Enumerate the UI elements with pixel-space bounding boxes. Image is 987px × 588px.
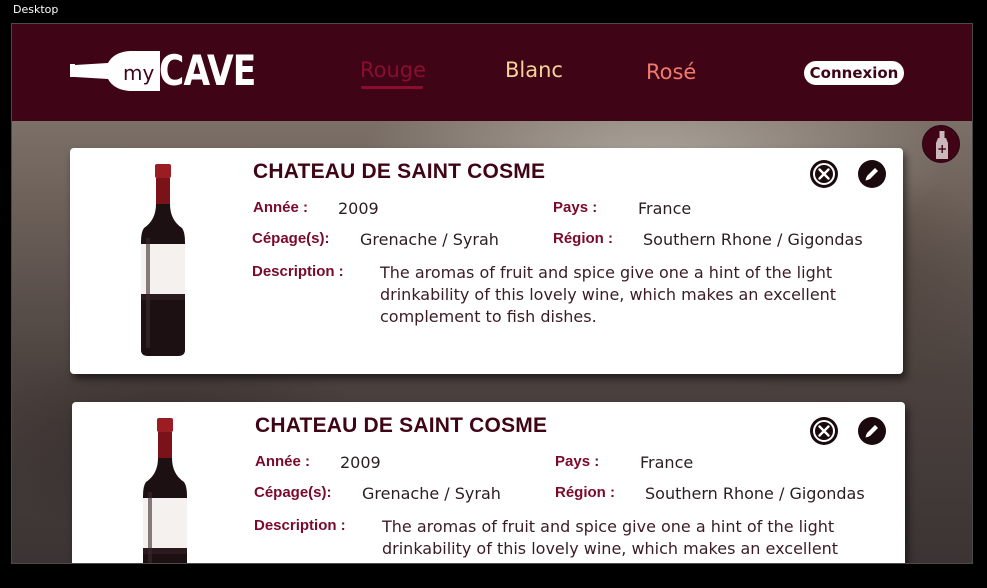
region-value: Southern Rhone / Gigondas [643,230,863,249]
wine-bottle-image [141,164,185,356]
region-label: Région : [555,484,615,501]
app-viewport: my CAVE Rouge Blanc Rosé Connexion CHATE… [11,23,973,564]
delete-button[interactable] [810,160,838,188]
wine-card: CHATEAU DE SAINT COSME Année : 2009 Pays… [70,148,903,374]
nav-blanc[interactable]: Blanc [505,58,563,82]
description-text: The aromas of fruit and spice give one a… [380,263,837,326]
logo-name: CAVE [159,46,256,95]
close-icon [813,420,835,442]
year-label: Année : [253,199,309,216]
login-button[interactable]: Connexion [804,61,904,85]
logo[interactable]: my CAVE [70,48,256,94]
country-label: Pays : [553,199,598,216]
description-label: Description : [252,263,344,280]
country-value: France [640,453,694,472]
edit-button[interactable] [858,160,886,188]
year-label: Année : [255,453,311,470]
wine-card: CHATEAU DE SAINT COSME Année : 2009 Pays… [72,402,905,563]
nav-rouge[interactable]: Rouge [360,58,426,82]
logo-prefix: my [123,61,155,85]
year-value: 2009 [340,453,381,472]
description-label: Description : [254,517,346,534]
active-tab-indicator [361,86,423,89]
country-value: France [638,199,692,218]
pencil-icon [865,425,878,438]
pencil-icon [865,168,878,181]
add-wine-button[interactable] [922,125,960,163]
wine-name: CHATEAU DE SAINT COSME [253,160,546,183]
grapes-label: Cépage(s): [252,230,330,247]
wine-name: CHATEAU DE SAINT COSME [255,414,548,437]
edit-button[interactable] [858,417,886,445]
grapes-value: Grenache / Syrah [362,484,501,503]
description-text: The aromas of fruit and spice give one a… [382,517,839,563]
region-label: Région : [553,230,613,247]
country-label: Pays : [555,453,600,470]
frame-label: Desktop [13,3,59,16]
close-icon [813,163,835,185]
wine-bottle-plus-icon [936,131,948,159]
grapes-label: Cépage(s): [254,484,332,501]
wine-bottle-image [143,418,187,563]
header: my CAVE Rouge Blanc Rosé Connexion [12,24,972,121]
nav-rose[interactable]: Rosé [646,60,696,84]
grapes-value: Grenache / Syrah [360,230,499,249]
delete-button[interactable] [810,417,838,445]
region-value: Southern Rhone / Gigondas [645,484,865,503]
year-value: 2009 [338,199,379,218]
